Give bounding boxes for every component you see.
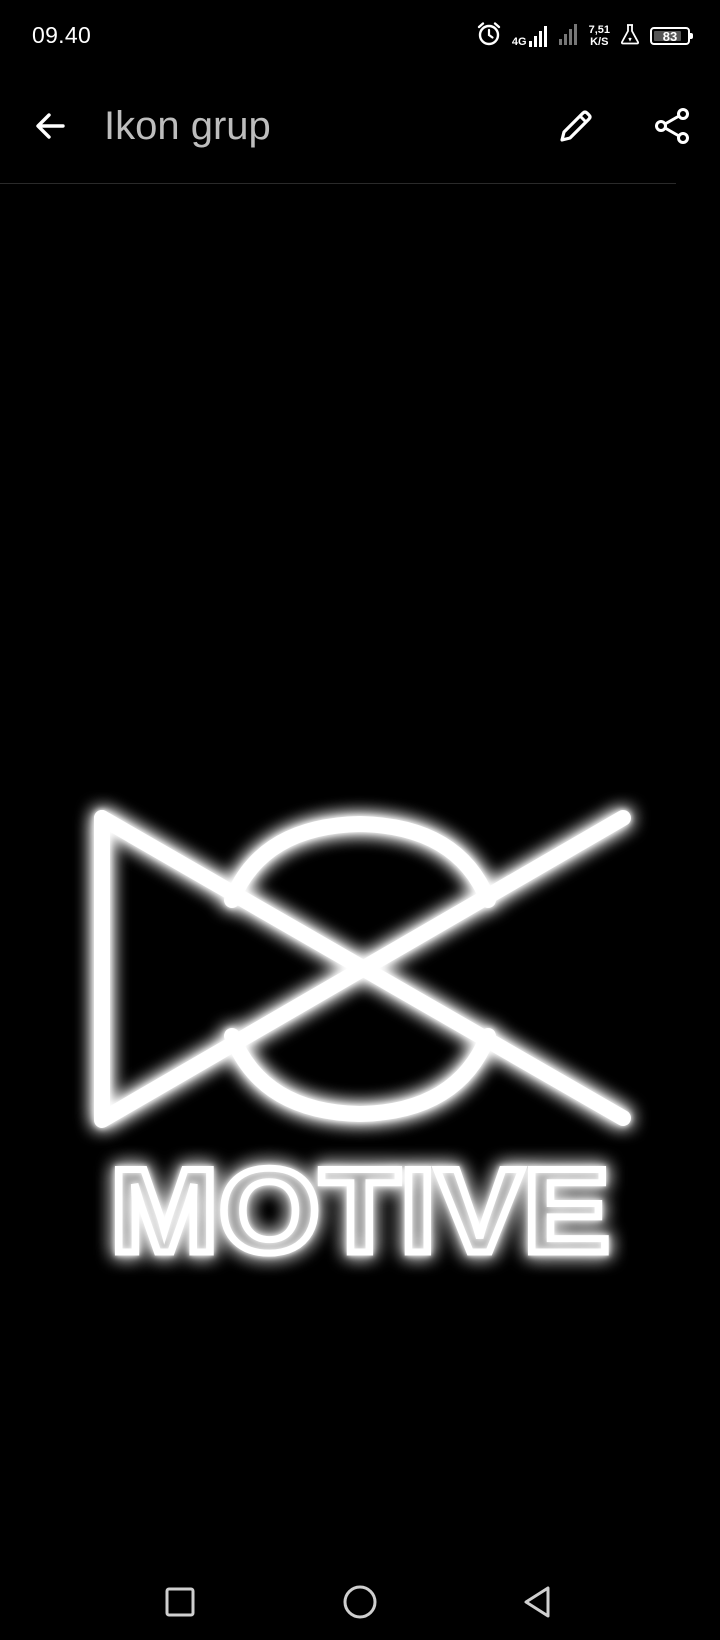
logo-text: MOTIVE	[110, 1144, 610, 1278]
share-icon	[655, 108, 689, 144]
share-button[interactable]	[644, 98, 700, 154]
speed-unit: K/S	[590, 36, 609, 48]
recent-apps-button[interactable]	[152, 1574, 208, 1630]
home-button[interactable]	[332, 1574, 388, 1630]
page-title: Ikon grup	[104, 104, 271, 148]
status-time: 09.40	[32, 22, 92, 48]
status-bar: 09.40 4G 7,51 K/S 83	[0, 0, 720, 72]
alarm-icon	[476, 21, 502, 52]
battery-icon: 83	[650, 27, 693, 45]
battery-level: 83	[662, 28, 678, 44]
back-button[interactable]	[22, 98, 78, 154]
image-viewer[interactable]: MOTIVE	[0, 184, 720, 1560]
motive-logo-image: MOTIVE	[94, 810, 631, 1282]
back-nav-button[interactable]	[510, 1574, 566, 1630]
square-icon	[165, 1587, 195, 1617]
circle-icon	[343, 1585, 377, 1619]
network-speed: 7,51 K/S	[589, 24, 610, 48]
logo-symbol	[94, 810, 631, 1128]
speed-value: 7,51	[588, 24, 610, 36]
triangle-back-icon	[524, 1586, 550, 1618]
back-arrow-icon	[36, 113, 65, 139]
status-icons: 4G 7,51 K/S 83	[476, 20, 693, 52]
mobile-signal-1: 4G	[511, 25, 549, 48]
signal-icon	[528, 26, 547, 47]
edit-button[interactable]	[548, 98, 604, 154]
network-type: 4G	[511, 36, 527, 48]
app-bar: Ikon grup	[0, 72, 720, 184]
signal-icon	[558, 23, 579, 50]
navigation-bar	[0, 1560, 720, 1640]
flask-icon	[620, 23, 640, 50]
pencil-icon	[560, 110, 592, 142]
